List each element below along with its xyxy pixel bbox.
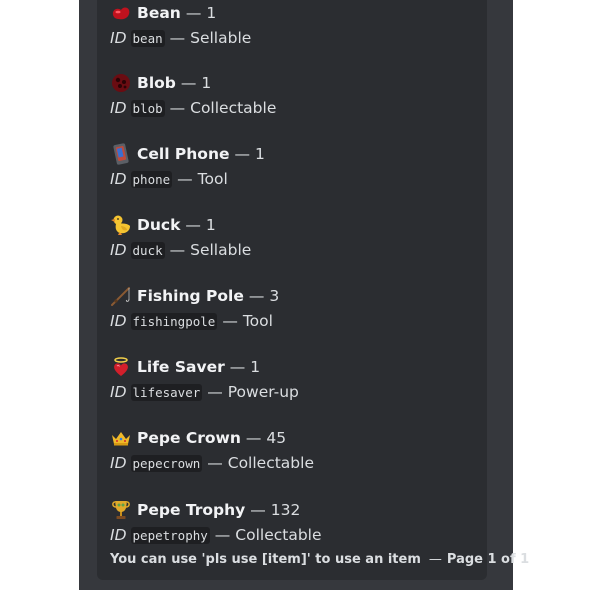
- item-quantity: 3: [269, 287, 280, 305]
- item-id: lifesaver: [130, 383, 203, 401]
- life-saver-icon: [110, 356, 132, 378]
- separator: —: [180, 74, 197, 92]
- item-quantity: 45: [266, 429, 287, 447]
- item-quantity: 1: [205, 216, 216, 234]
- separator: —: [234, 145, 251, 163]
- item-type: Collectable: [227, 454, 314, 472]
- crown-icon: [110, 427, 132, 449]
- item-quantity: 1: [250, 358, 261, 376]
- separator: —: [245, 429, 262, 447]
- item-id: blob: [130, 99, 165, 117]
- list-item: Pepe Trophy — 132 ID pepetrophy — Collec…: [110, 497, 490, 547]
- embed-footer: You can use 'pls use [item]' to use an i…: [110, 552, 529, 567]
- item-name: Bean: [137, 4, 181, 22]
- item-id: phone: [130, 170, 173, 188]
- bean-icon: [110, 2, 132, 24]
- item-type: Power-up: [227, 383, 299, 401]
- item-name: Duck: [137, 216, 181, 234]
- item-name: Blob: [137, 74, 176, 92]
- item-type: Collectable: [190, 99, 277, 117]
- list-item: Life Saver — 1 ID lifesaver — Power-up: [110, 354, 490, 404]
- id-label: ID: [110, 29, 127, 47]
- separator: —: [169, 241, 186, 259]
- id-label: ID: [110, 383, 127, 401]
- separator: —: [185, 216, 201, 234]
- list-item: Bean — 1 ID bean — Sellable: [110, 0, 490, 50]
- item-type: Sellable: [190, 241, 252, 259]
- cell-phone-icon: [110, 143, 132, 165]
- item-id: duck: [130, 241, 165, 259]
- item-name: Fishing Pole: [137, 287, 244, 305]
- fishing-pole-icon: [110, 285, 132, 307]
- separator: —: [169, 29, 186, 47]
- separator: —: [250, 501, 266, 519]
- list-item: Pepe Crown — 45 ID pepecrown — Collectab…: [110, 425, 490, 475]
- id-label: ID: [110, 241, 127, 259]
- item-type: Tool: [242, 312, 273, 330]
- list-item: Duck — 1 ID duck — Sellable: [110, 212, 490, 262]
- list-item: Blob — 1 ID blob — Collectable: [110, 70, 490, 120]
- item-name: Life Saver: [137, 358, 225, 376]
- separator: —: [185, 4, 202, 22]
- item-type: Tool: [197, 170, 228, 188]
- id-label: ID: [110, 312, 127, 330]
- item-type: Sellable: [190, 29, 252, 47]
- item-quantity: 1: [206, 4, 217, 22]
- footer-hint: You can use 'pls use [item]' to use an i…: [110, 552, 421, 567]
- separator: —: [207, 383, 223, 401]
- page-indicator: Page 1 of 1: [446, 552, 530, 567]
- item-quantity: 1: [201, 74, 212, 92]
- separator: —: [222, 312, 238, 330]
- item-id: bean: [130, 29, 165, 47]
- item-type: Collectable: [235, 526, 322, 544]
- id-label: ID: [110, 170, 127, 188]
- item-name: Pepe Crown: [137, 429, 241, 447]
- item-name: Cell Phone: [137, 145, 230, 163]
- blob-icon: [110, 72, 132, 94]
- separator: —: [248, 287, 265, 305]
- id-label: ID: [110, 99, 127, 117]
- item-id: fishingpole: [130, 312, 218, 330]
- id-label: ID: [110, 526, 127, 544]
- item-quantity: 132: [270, 501, 301, 519]
- list-item: Fishing Pole — 3 ID fishingpole — Tool: [110, 283, 490, 333]
- separator: —: [177, 170, 193, 188]
- separator: —: [169, 99, 186, 117]
- footer-separator: —: [428, 552, 442, 567]
- separator: —: [229, 358, 246, 376]
- item-name: Pepe Trophy: [137, 501, 246, 519]
- item-id: pepecrown: [130, 454, 203, 472]
- list-item: Cell Phone — 1 ID phone — Tool: [110, 141, 490, 191]
- item-quantity: 1: [255, 145, 265, 163]
- duck-icon: [110, 214, 132, 236]
- id-label: ID: [110, 454, 127, 472]
- item-id: pepetrophy: [130, 526, 210, 544]
- separator: —: [207, 454, 223, 472]
- trophy-icon: [110, 499, 132, 521]
- separator: —: [214, 526, 231, 544]
